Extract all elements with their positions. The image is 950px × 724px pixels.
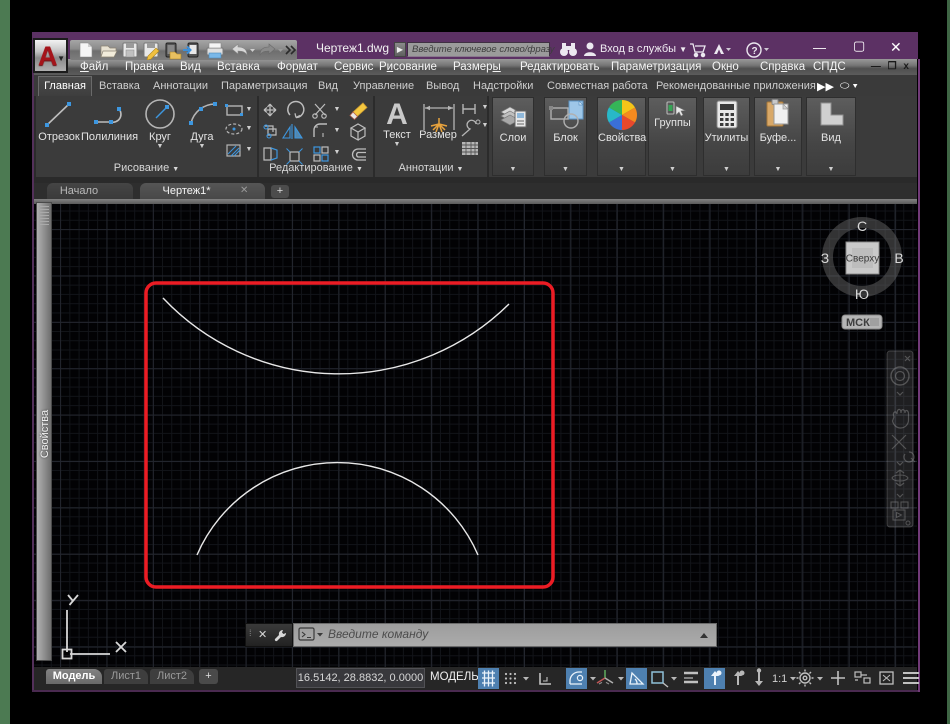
svg-text:З: З bbox=[821, 250, 829, 266]
svg-text:Сверху: Сверху bbox=[846, 254, 879, 265]
svg-text:МСК: МСК bbox=[846, 317, 870, 329]
svg-text:1:1: 1:1 bbox=[772, 673, 787, 685]
svg-text:С: С bbox=[857, 218, 867, 234]
svg-text:В: В bbox=[894, 250, 903, 266]
svg-text:?: ? bbox=[752, 46, 758, 57]
svg-text:Ю: Ю bbox=[855, 286, 869, 302]
